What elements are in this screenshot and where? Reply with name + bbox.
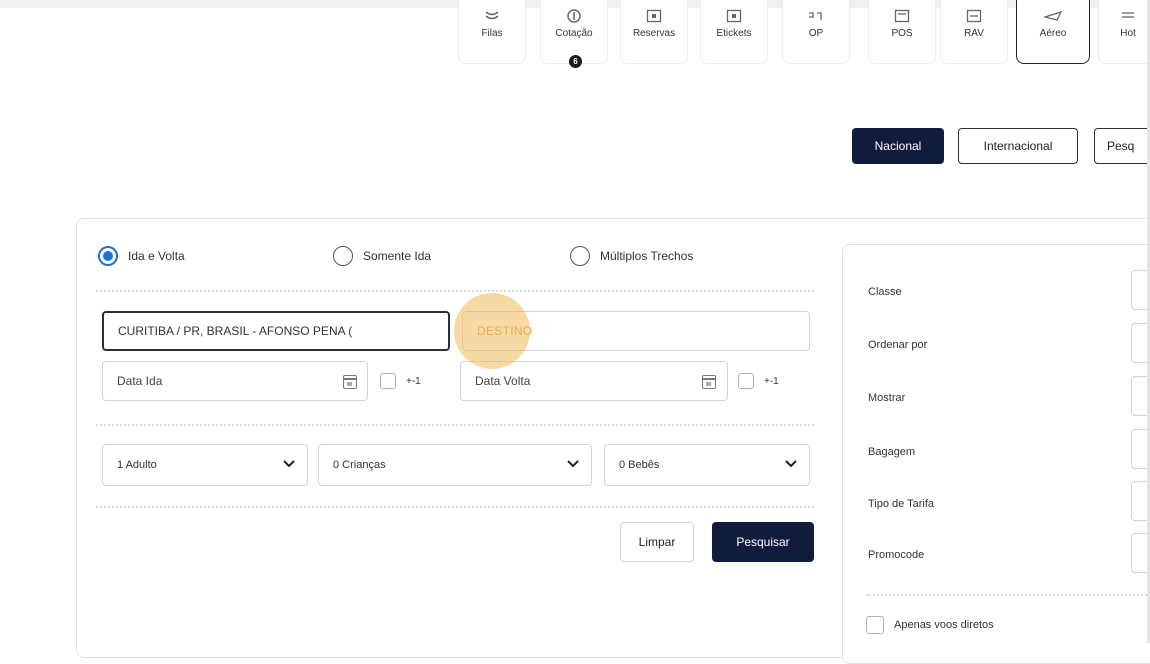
infants-value: 0 Bebês (619, 459, 660, 471)
queue-icon (484, 8, 500, 24)
divider (866, 594, 1150, 596)
quote-count-badge: 6 (569, 55, 582, 68)
module-rav[interactable]: RAV (940, 0, 1008, 64)
search-button[interactable]: Pesquisar (712, 522, 814, 562)
radio-one-way-label: Somente Ida (363, 249, 432, 263)
filter-promocode-label: Promocode (868, 549, 925, 561)
module-cotacao[interactable]: Cotação 6 (540, 0, 608, 68)
adults-select[interactable]: 1 Adulto (102, 444, 308, 486)
rav-icon (966, 8, 982, 24)
direct-flights-checkbox-box (866, 616, 884, 634)
filter-show-label: Mostrar (868, 392, 906, 404)
module-op-label: OP (808, 28, 824, 39)
calendar-icon[interactable] (702, 375, 716, 389)
module-hotel[interactable]: Hot (1098, 0, 1150, 64)
calendar-icon[interactable] (343, 375, 357, 389)
radio-multi-leg-indicator (570, 246, 590, 266)
module-etickets[interactable]: Etickets (700, 0, 768, 64)
module-filas-label: Filas (481, 28, 503, 39)
filter-sort-label: Ordenar por (868, 339, 928, 351)
return-flex-label: +-1 (764, 376, 779, 387)
module-op[interactable]: OP (782, 0, 850, 64)
departure-flex-checkbox[interactable] (380, 373, 396, 389)
children-value: 0 Crianças (333, 459, 386, 471)
direct-flights-checkbox[interactable]: Apenas voos diretos (866, 616, 994, 634)
destination-input[interactable]: DESTINO (462, 311, 810, 351)
module-cotacao-label: Cotação (555, 28, 593, 39)
module-etickets-label: Etickets (716, 28, 752, 39)
tab-internacional[interactable]: Internacional (958, 128, 1078, 164)
op-icon (807, 8, 825, 24)
module-aereo[interactable]: Aéreo (1016, 0, 1090, 64)
radio-round-trip[interactable]: Ida e Volta (98, 246, 185, 266)
eticket-icon (726, 8, 742, 24)
module-pos-label: POS (891, 28, 913, 39)
origin-input[interactable]: CURITIBA / PR, BRASIL - AFONSO PENA ( (102, 311, 450, 351)
divider (96, 290, 814, 292)
chevron-down-icon (567, 459, 579, 472)
quote-icon (566, 8, 582, 24)
divider (96, 506, 814, 508)
radio-round-trip-indicator (98, 246, 118, 266)
tab-nacional[interactable]: Nacional (852, 128, 944, 164)
module-filas[interactable]: Filas (458, 0, 526, 64)
filter-fare-type-label: Tipo de Tarifa (868, 498, 935, 510)
chevron-down-icon (283, 459, 295, 472)
radio-multi-leg-label: Múltiplos Trechos (600, 249, 694, 263)
pos-icon (894, 8, 910, 24)
chevron-down-icon (785, 459, 797, 472)
module-reservas-label: Reservas (632, 28, 676, 39)
radio-one-way-indicator (333, 246, 353, 266)
airplane-icon (1044, 8, 1062, 24)
divider (96, 424, 814, 426)
module-aereo-label: Aéreo (1039, 28, 1067, 39)
radio-one-way[interactable]: Somente Ida (333, 246, 431, 266)
clear-button[interactable]: Limpar (620, 522, 694, 562)
module-hotel-label: Hot (1120, 28, 1136, 39)
radio-round-trip-label: Ida e Volta (128, 249, 185, 263)
filter-baggage-label: Bagagem (868, 446, 916, 458)
return-flex-checkbox[interactable] (738, 373, 754, 389)
module-reservas[interactable]: Reservas (620, 0, 688, 64)
module-pos[interactable]: POS (868, 0, 936, 64)
reservations-icon (646, 8, 662, 24)
departure-flex-label: +-1 (406, 376, 421, 387)
direct-flights-label: Apenas voos diretos (894, 619, 994, 631)
radio-multi-leg[interactable]: Múltiplos Trechos (570, 246, 693, 266)
tab-pesquisa[interactable]: Pesq (1094, 128, 1150, 164)
adults-value: 1 Adulto (117, 459, 157, 471)
children-select[interactable]: 0 Crianças (318, 444, 592, 486)
return-date-input[interactable]: Data Volta (460, 361, 728, 401)
infants-select[interactable]: 0 Bebês (604, 444, 810, 486)
filter-class-label: Classe (868, 286, 902, 298)
module-rav-label: RAV (964, 28, 984, 39)
departure-date-input[interactable]: Data Ida (102, 361, 368, 401)
hotel-icon (1120, 8, 1136, 24)
